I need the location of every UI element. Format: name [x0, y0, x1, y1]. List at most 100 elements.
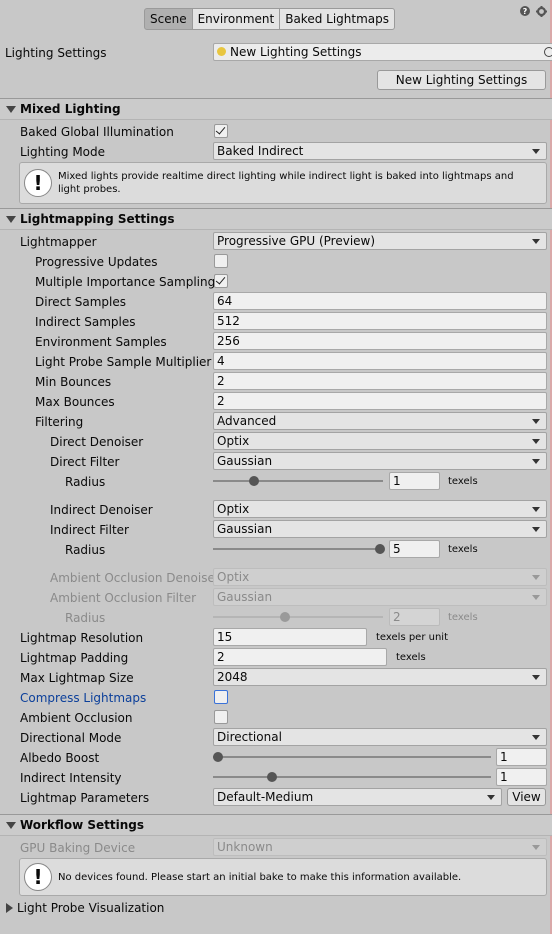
chevron-down-icon [532, 149, 540, 154]
chevron-down-icon [532, 575, 540, 580]
workflow-settings-header[interactable]: Workflow Settings [0, 814, 552, 836]
direct-filter-dropdown[interactable]: Gaussian [213, 452, 547, 470]
albedo-boost-slider-track[interactable] [213, 756, 491, 758]
light-probe-visualization-title: Light Probe Visualization [17, 901, 165, 915]
indirect-radius-unit: texels [448, 544, 478, 555]
lightmap-padding-label: Lightmap Padding [20, 651, 129, 665]
ao-radius-slider-track [213, 616, 383, 618]
direct-radius-unit: texels [448, 476, 478, 487]
object-picker-icon[interactable] [544, 47, 552, 57]
lighting-mode-label: Lighting Mode [20, 145, 106, 159]
lighting-settings-asset-value: New Lighting Settings [230, 45, 362, 59]
compress-lightmaps-checkbox[interactable] [214, 690, 228, 704]
directional-mode-dropdown[interactable]: Directional [213, 728, 547, 746]
albedo-boost-label: Albedo Boost [20, 751, 100, 765]
tab-baked-lightmaps[interactable]: Baked Lightmaps [279, 8, 395, 30]
ao-denoiser-dropdown: Optix [213, 568, 547, 586]
indirect-filter-dropdown[interactable]: Gaussian [213, 520, 547, 538]
view-button[interactable]: View [507, 788, 546, 806]
environment-samples-field[interactable]: 256 [213, 332, 547, 350]
lightmap-padding-unit: texels [396, 652, 426, 663]
indirect-denoiser-value: Optix [217, 502, 250, 516]
max-bounces-field[interactable]: 2 [213, 392, 547, 410]
filtering-dropdown[interactable]: Advanced [213, 412, 547, 430]
tab-environment[interactable]: Environment [191, 8, 281, 30]
indirect-radius-label: Radius [65, 543, 106, 557]
max-bounces-label: Max Bounces [35, 395, 115, 409]
compress-lightmaps-label: Compress Lightmaps [20, 691, 147, 705]
ambient-occlusion-checkbox[interactable] [214, 710, 228, 724]
light-probe-visualization-header[interactable]: Light Probe Visualization [0, 898, 552, 918]
lightmap-resolution-unit: texels per unit [376, 632, 448, 643]
direct-radius-field[interactable]: 1 [389, 472, 440, 490]
directional-mode-value: Directional [217, 730, 282, 744]
tab-scene[interactable]: Scene [144, 8, 193, 30]
ao-radius-label: Radius [65, 611, 106, 625]
direct-samples-field[interactable]: 64 [213, 292, 547, 310]
ao-filter-value: Gaussian [217, 590, 273, 604]
max-lightmap-size-value: 2048 [217, 670, 248, 684]
lightmap-resolution-field[interactable]: 15 [213, 628, 367, 646]
lighting-mode-value: Baked Indirect [217, 144, 304, 158]
indirect-radius-slider-track[interactable] [213, 548, 383, 550]
lightmapping-settings-header[interactable]: Lightmapping Settings [0, 208, 552, 230]
chevron-down-icon [532, 735, 540, 740]
progressive-updates-label: Progressive Updates [35, 255, 158, 269]
chevron-down-icon [532, 239, 540, 244]
tab-bar: Scene Environment Baked Lightmaps [144, 8, 395, 30]
lighting-settings-asset-field[interactable]: New Lighting Settings [213, 43, 552, 61]
albedo-boost-slider-handle[interactable] [213, 752, 223, 762]
lightmap-parameters-dropdown[interactable]: Default-Medium [213, 788, 502, 806]
direct-radius-label: Radius [65, 475, 106, 489]
indirect-denoiser-dropdown[interactable]: Optix [213, 500, 547, 518]
baked-gi-label: Baked Global Illumination [20, 125, 174, 139]
filtering-value: Advanced [217, 414, 277, 428]
chevron-down-icon [532, 675, 540, 680]
baked-gi-checkbox[interactable] [214, 124, 228, 138]
ao-radius-slider-handle [280, 612, 291, 622]
lightmap-resolution-label: Lightmap Resolution [20, 631, 144, 645]
lighting-mode-dropdown[interactable]: Baked Indirect [213, 142, 547, 160]
help-icon[interactable]: ? [520, 6, 530, 19]
mixed-lighting-info-text: Mixed lights provide realtime direct lig… [58, 171, 514, 195]
workflow-settings-title: Workflow Settings [20, 818, 144, 832]
chevron-down-icon [532, 507, 540, 512]
max-lightmap-size-dropdown[interactable]: 2048 [213, 668, 547, 686]
expand-triangle-icon [6, 822, 16, 829]
direct-radius-slider-handle[interactable] [249, 476, 260, 486]
indirect-intensity-field[interactable]: 1 [496, 768, 547, 786]
expand-triangle-icon [6, 216, 16, 223]
direct-samples-label: Direct Samples [35, 295, 126, 309]
indirect-samples-label: Indirect Samples [35, 315, 136, 329]
environment-samples-label: Environment Samples [35, 335, 167, 349]
chevron-down-icon [532, 845, 540, 850]
indirect-intensity-slider-handle[interactable] [267, 772, 278, 782]
mis-checkbox[interactable] [214, 274, 228, 288]
direct-filter-label: Direct Filter [50, 455, 120, 469]
info-icon: ! [24, 169, 52, 197]
new-lighting-settings-button[interactable]: New Lighting Settings [377, 70, 546, 90]
ambient-occlusion-label: Ambient Occlusion [20, 711, 133, 725]
settings-icon[interactable] [536, 6, 547, 20]
chevron-down-icon [532, 459, 540, 464]
progressive-updates-checkbox[interactable] [214, 254, 228, 268]
indirect-filter-label: Indirect Filter [50, 523, 129, 537]
lightmapper-dropdown[interactable]: Progressive GPU (Preview) [213, 232, 547, 250]
mixed-lighting-info-box: ! Mixed lights provide realtime direct l… [19, 162, 547, 204]
indirect-intensity-slider-track[interactable] [213, 776, 491, 778]
lightmap-padding-field[interactable]: 2 [213, 648, 387, 666]
direct-radius-slider-track[interactable] [213, 480, 383, 482]
indirect-samples-field[interactable]: 512 [213, 312, 547, 330]
indirect-filter-value: Gaussian [217, 522, 273, 536]
lightmapping-settings-title: Lightmapping Settings [20, 212, 175, 226]
direct-denoiser-dropdown[interactable]: Optix [213, 432, 547, 450]
indirect-radius-slider-handle[interactable] [375, 544, 386, 554]
indirect-radius-field[interactable]: 5 [389, 540, 440, 558]
lightmap-parameters-value: Default-Medium [217, 790, 314, 804]
mixed-lighting-header[interactable]: Mixed Lighting [0, 98, 552, 120]
gpu-baking-device-label: GPU Baking Device [20, 841, 136, 855]
info-icon: ! [24, 863, 52, 891]
probe-multiplier-field[interactable]: 4 [213, 352, 547, 370]
min-bounces-field[interactable]: 2 [213, 372, 547, 390]
albedo-boost-field[interactable]: 1 [496, 748, 547, 766]
